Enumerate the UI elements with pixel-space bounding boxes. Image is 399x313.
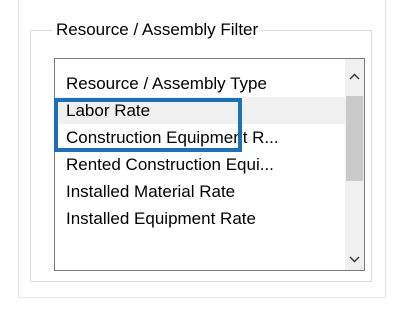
list-item-resource-assembly-type[interactable]: Resource / Assembly Type [55, 70, 347, 97]
list-item-labor-rate[interactable]: Labor Rate [55, 97, 347, 124]
scroll-down-button[interactable] [345, 250, 364, 268]
filter-panel: Resource / Assembly Filter Resource / As… [0, 0, 399, 313]
scroll-up-button[interactable] [345, 67, 364, 85]
chevron-up-icon [349, 73, 360, 79]
list-items: Resource / Assembly Type Labor Rate Cons… [55, 70, 347, 232]
list-item-rented-construction-equipment[interactable]: Rented Construction Equi... [55, 151, 347, 178]
group-title: Resource / Assembly Filter [52, 20, 263, 40]
list-item-construction-equipment-rate[interactable]: Construction Equipment R... [55, 124, 347, 151]
resource-type-listbox[interactable]: Resource / Assembly Type Labor Rate Cons… [54, 58, 365, 271]
chevron-down-icon [349, 256, 360, 262]
list-item-installed-material-rate[interactable]: Installed Material Rate [55, 178, 347, 205]
list-item-installed-equipment-rate[interactable]: Installed Equipment Rate [55, 205, 347, 232]
scroll-thumb[interactable] [346, 96, 363, 181]
vertical-scrollbar[interactable] [345, 59, 364, 270]
